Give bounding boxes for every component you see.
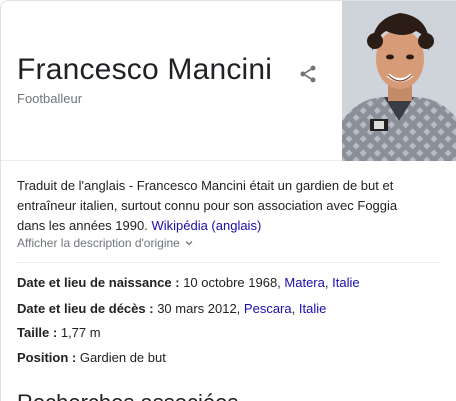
fact-value: 10 octobre 1968, — [183, 275, 281, 290]
fact-link-city[interactable]: Pescara — [244, 301, 292, 316]
related-searches-title: Recherches associées — [17, 390, 238, 401]
share-button[interactable] — [295, 61, 321, 87]
share-icon — [300, 65, 316, 83]
fact-position: Position : Gardien de but — [17, 348, 166, 372]
panel-title: Francesco Mancini — [17, 53, 273, 86]
profile-photo[interactable] — [342, 1, 456, 161]
panel-header: Francesco Mancini Footballeur — [1, 1, 456, 161]
fact-link-city[interactable]: Matera — [284, 275, 324, 290]
fact-death: Date et lieu de décès : 30 mars 2012, Pe… — [17, 301, 327, 316]
fact-birth: Date et lieu de naissance : 10 octobre 1… — [17, 275, 360, 290]
fact-height: Taille : 1,77 m — [17, 323, 101, 347]
chevron-down-icon — [185, 241, 193, 246]
fact-label: Date et lieu de naissance : — [17, 275, 180, 290]
fact-link-country[interactable]: Italie — [332, 275, 359, 290]
fact-value: Gardien de but — [79, 350, 166, 365]
fact-label: Taille : — [17, 325, 58, 340]
show-original-button[interactable]: Afficher la description d'origine — [17, 236, 195, 250]
description: Traduit de l'anglais - Francesco Mancini… — [17, 176, 417, 236]
fact-label: Position : — [17, 350, 77, 365]
panel-subtitle: Footballeur — [17, 91, 83, 106]
show-original-label: Afficher la description d'origine — [17, 236, 180, 250]
wikipedia-link[interactable]: Wikipédia (anglais) — [151, 218, 261, 233]
knowledge-panel: Francesco Mancini Footballeur Traduit de… — [0, 0, 456, 401]
fact-label: Date et lieu de décès : — [17, 301, 154, 316]
fact-link-country[interactable]: Italie — [299, 301, 326, 316]
fact-value: 30 mars 2012, — [157, 301, 241, 316]
fact-value: 1,77 m — [60, 325, 101, 340]
divider — [17, 262, 441, 263]
portrait-image — [342, 1, 456, 161]
